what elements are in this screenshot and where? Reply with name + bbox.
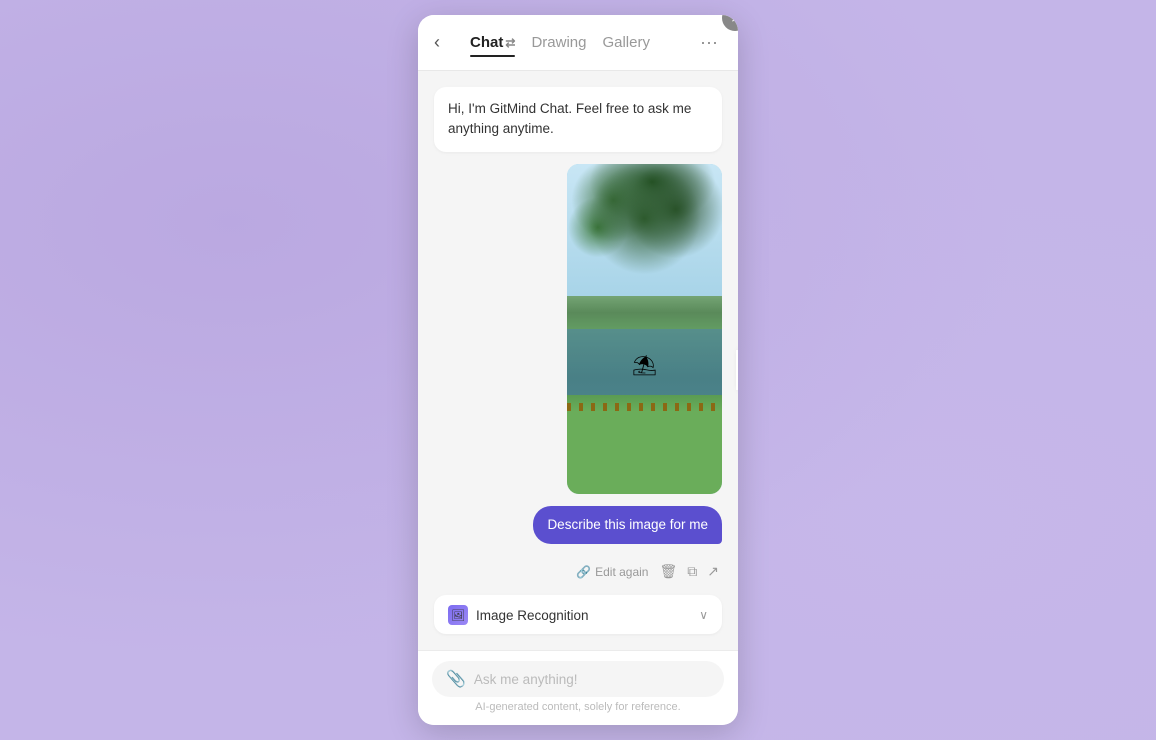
- more-icon: ···: [700, 32, 718, 52]
- scene-trees: [567, 164, 722, 346]
- welcome-message: Hi, I'm GitMind Chat. Feel free to ask m…: [434, 87, 722, 152]
- tab-drawing[interactable]: Drawing: [531, 30, 586, 55]
- copy-button[interactable]: ⧉: [684, 560, 700, 583]
- chat-header: ‹ Chat⇄ Drawing Gallery ···: [418, 15, 738, 71]
- chat-input-area: 📎 AI-generated content, solely for refer…: [418, 650, 738, 725]
- share-button[interactable]: ↗: [704, 560, 722, 583]
- sync-icon: ⇄: [505, 36, 515, 50]
- message-actions: 🔗 Edit again 🗑 ⧉ ↗: [434, 560, 722, 583]
- image-message: ⛱: [434, 164, 722, 494]
- side-toggle[interactable]: ▶: [736, 350, 738, 390]
- input-row: 📎: [432, 661, 724, 697]
- tab-chat[interactable]: Chat⇄: [470, 30, 515, 55]
- attach-button[interactable]: 📎: [446, 669, 466, 689]
- disclaimer-text: AI-generated content, solely for referen…: [432, 697, 724, 719]
- recognition-card: 🖼 Image Recognition ∨ This image showcas…: [434, 595, 722, 634]
- user-message: Describe this image for me: [434, 506, 722, 545]
- tab-bar: Chat⇄ Drawing Gallery: [424, 30, 696, 55]
- attach-icon: 📎: [446, 671, 466, 688]
- copy-icon: ⧉: [687, 563, 697, 579]
- chat-panel: × ‹ Chat⇄ Drawing Gallery ··· Hi, I'm Gi…: [418, 15, 738, 725]
- edit-again-button[interactable]: 🔗 Edit again: [572, 563, 652, 581]
- share-icon: ↗: [707, 563, 719, 579]
- delete-button[interactable]: 🗑: [656, 560, 680, 583]
- user-bubble: Describe this image for me: [533, 506, 722, 545]
- recognition-icon: 🖼: [448, 605, 468, 625]
- chat-input[interactable]: [474, 672, 710, 687]
- chevron-down-icon: ∨: [699, 608, 708, 622]
- chat-body: Hi, I'm GitMind Chat. Feel free to ask m…: [418, 71, 738, 650]
- scene-umbrella: ⛱: [632, 353, 657, 378]
- link-icon: 🔗: [576, 565, 591, 579]
- scene-fence: [567, 403, 722, 411]
- tab-gallery[interactable]: Gallery: [602, 30, 650, 55]
- close-icon: ×: [731, 15, 738, 26]
- recognition-title: 🖼 Image Recognition: [448, 605, 589, 625]
- more-button[interactable]: ···: [696, 28, 722, 57]
- delete-icon: 🗑: [659, 563, 677, 579]
- uploaded-image: ⛱: [567, 164, 722, 494]
- recognition-header[interactable]: 🖼 Image Recognition ∨: [434, 595, 722, 634]
